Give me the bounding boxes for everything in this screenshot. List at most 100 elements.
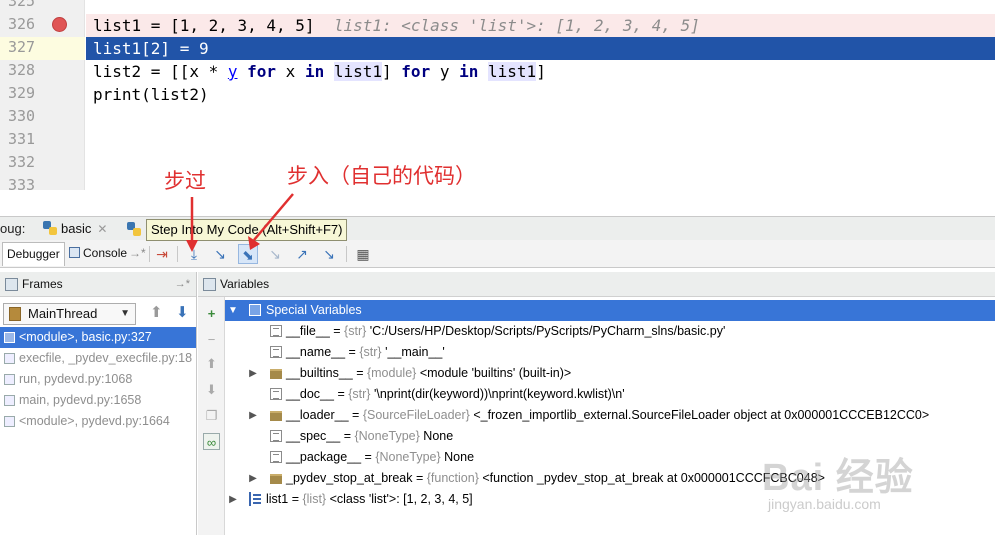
code-line-breakpoint[interactable]: list1 = [1, 2, 3, 4, 5] list1: <class 'l…: [86, 14, 995, 37]
variable-name: Special Variables: [266, 303, 362, 317]
variable-type: {function}: [426, 471, 479, 485]
gutter-line[interactable]: 326: [0, 14, 85, 37]
code-keyword: for: [247, 62, 277, 81]
variable-name: __package__: [286, 450, 362, 464]
variable-row[interactable]: __doc__ = {str} '\nprint(dir(keyword))\n…: [225, 384, 995, 405]
line-number: 325: [8, 0, 36, 10]
annotation-step-into-my-code: 步入（自己的代码）: [287, 164, 476, 188]
code-line[interactable]: list2 = [[x * y for x in list1] for y in…: [86, 60, 995, 83]
thread-dropdown[interactable]: MainThread ▼: [3, 303, 136, 325]
gutter-line[interactable]: 325: [0, 0, 85, 14]
frame-label: <module>, pydevd.py:1664: [19, 414, 170, 428]
frame-row[interactable]: main, pydevd.py:1658: [0, 390, 196, 411]
variable-name: __doc__: [286, 387, 334, 401]
run-to-cursor-button[interactable]: ↘: [319, 244, 339, 264]
chevron-right-icon[interactable]: ▶: [227, 489, 239, 510]
frame-icon: [4, 332, 15, 343]
up-arrow-icon[interactable]: ⬆: [150, 303, 163, 321]
variable-row[interactable]: ▶ __loader__ = {SourceFileLoader} <_froz…: [225, 405, 995, 426]
copy-watch-button[interactable]: ❐: [203, 407, 220, 424]
variables-side-toolbar: + − ⬆ ⬇ ❐ ∞: [198, 297, 225, 535]
gutter-line[interactable]: 333: [0, 175, 85, 190]
debug-label: oug:: [0, 221, 26, 236]
chevron-right-icon[interactable]: ▶: [247, 468, 259, 489]
remove-watch-button[interactable]: −: [203, 331, 220, 348]
variable-type: {module}: [366, 366, 417, 380]
down-arrow-icon[interactable]: ⬇: [176, 303, 189, 321]
variable-row[interactable]: ▼ Special Variables: [225, 300, 995, 321]
watermark: Bai 经验 jingyan.baidu.com: [762, 446, 962, 526]
python-icon: [127, 222, 141, 236]
evaluate-expression-button[interactable]: ▦: [353, 244, 373, 264]
pin-icon[interactable]: →*: [175, 272, 190, 297]
step-into-button[interactable]: ↘: [210, 244, 230, 264]
breakpoint-icon[interactable]: [52, 17, 67, 32]
frame-row[interactable]: run, pydevd.py:1068: [0, 369, 196, 390]
annotation-step-over: 步过: [164, 169, 206, 193]
frame-icon: [4, 416, 15, 427]
gutter-line[interactable]: 328: [0, 60, 85, 83]
toolbar-separator: [346, 246, 347, 262]
gutter-line[interactable]: 330: [0, 106, 85, 129]
step-out-button[interactable]: ↗: [292, 244, 312, 264]
frame-icon: [4, 353, 15, 364]
show-watches-button[interactable]: ∞: [203, 433, 220, 450]
move-up-button[interactable]: ⬆: [203, 355, 220, 372]
variable-value: <module 'builtins' (built-in)>: [419, 366, 572, 380]
variable-row[interactable]: __file__ = {str} 'C:/Users/HP/Desktop/Sc…: [225, 321, 995, 342]
close-icon[interactable]: ✕: [97, 222, 107, 236]
code-text: ]: [536, 62, 546, 81]
code-line[interactable]: print(list2): [86, 83, 995, 106]
frames-panel: Frames →* MainThread ▼ ⬆ ⬇ <module>, bas…: [0, 272, 197, 535]
debugger-toolbar: Debugger Console →* ⇥ ⤓ ↘ ⬊ ↘ ↗ ↘ ▦: [0, 240, 995, 268]
object-variable-icon: [270, 474, 282, 484]
line-number: 326: [8, 15, 36, 33]
force-step-into-button[interactable]: ↘: [265, 244, 285, 264]
chevron-right-icon[interactable]: ▶: [247, 363, 259, 384]
variable-value: <_frozen_importlib_external.SourceFileLo…: [473, 408, 930, 422]
variable-value: None: [444, 450, 475, 464]
inline-value-hint: list1: <class 'list'>: [1, 2, 3, 4, 5]: [333, 16, 700, 35]
variable-row[interactable]: ▶ __builtins__ = {module} <module 'built…: [225, 363, 995, 384]
step-into-my-code-button[interactable]: ⬊: [238, 244, 258, 264]
pin-icon[interactable]: →*: [129, 246, 146, 260]
special-variables-icon: [249, 304, 261, 316]
string-variable-icon: [270, 388, 282, 400]
code-text: ]: [382, 62, 402, 81]
gutter-line-current[interactable]: 327: [0, 37, 85, 60]
frame-icon: [4, 395, 15, 406]
tab-debugger[interactable]: Debugger: [2, 242, 65, 266]
variable-value: '__main__': [385, 345, 445, 359]
frames-icon: [5, 278, 18, 291]
add-watch-button[interactable]: +: [203, 305, 220, 322]
frame-label: run, pydevd.py:1068: [19, 372, 133, 386]
code-text: print(list2): [93, 85, 209, 104]
tab-console[interactable]: Console →*: [65, 242, 150, 266]
frame-row[interactable]: <module>, basic.py:327: [0, 327, 196, 348]
gutter-line[interactable]: 332: [0, 152, 85, 175]
variable-row[interactable]: __name__ = {str} '__main__': [225, 342, 995, 363]
code-identifier-highlight: list1: [333, 62, 383, 81]
step-over-button[interactable]: ⤓: [184, 244, 204, 264]
code-keyword: in: [304, 62, 325, 81]
chevron-right-icon[interactable]: ▶: [247, 405, 259, 426]
string-variable-icon: [270, 325, 282, 337]
line-number-gutter[interactable]: 325 326 327 328 329 330 331 332 333: [0, 0, 85, 190]
code-editor[interactable]: 325 326 327 328 329 330 331 332 333 list…: [0, 0, 995, 190]
show-execution-point-button[interactable]: ⇥: [152, 244, 172, 264]
chevron-down-icon[interactable]: ▼: [227, 300, 239, 321]
run-config-tab[interactable]: basic ✕: [42, 219, 107, 239]
frame-row[interactable]: execfile, _pydev_execfile.py:18: [0, 348, 196, 369]
thread-dropdown-value: MainThread: [28, 306, 98, 321]
move-down-button[interactable]: ⬇: [203, 381, 220, 398]
variable-row[interactable]: __spec__ = {NoneType} None: [225, 426, 995, 447]
variable-type: {NoneType}: [354, 429, 420, 443]
gutter-line[interactable]: 331: [0, 129, 85, 152]
code-identifier: y: [227, 62, 238, 81]
code-keyword: in: [459, 62, 479, 81]
gutter-line[interactable]: 329: [0, 83, 85, 106]
string-variable-icon: [270, 430, 282, 442]
watermark-logo: Bai 经验: [762, 457, 914, 499]
code-line-execution-point[interactable]: list1[2] = 9: [86, 37, 995, 60]
frame-row[interactable]: <module>, pydevd.py:1664: [0, 411, 196, 432]
